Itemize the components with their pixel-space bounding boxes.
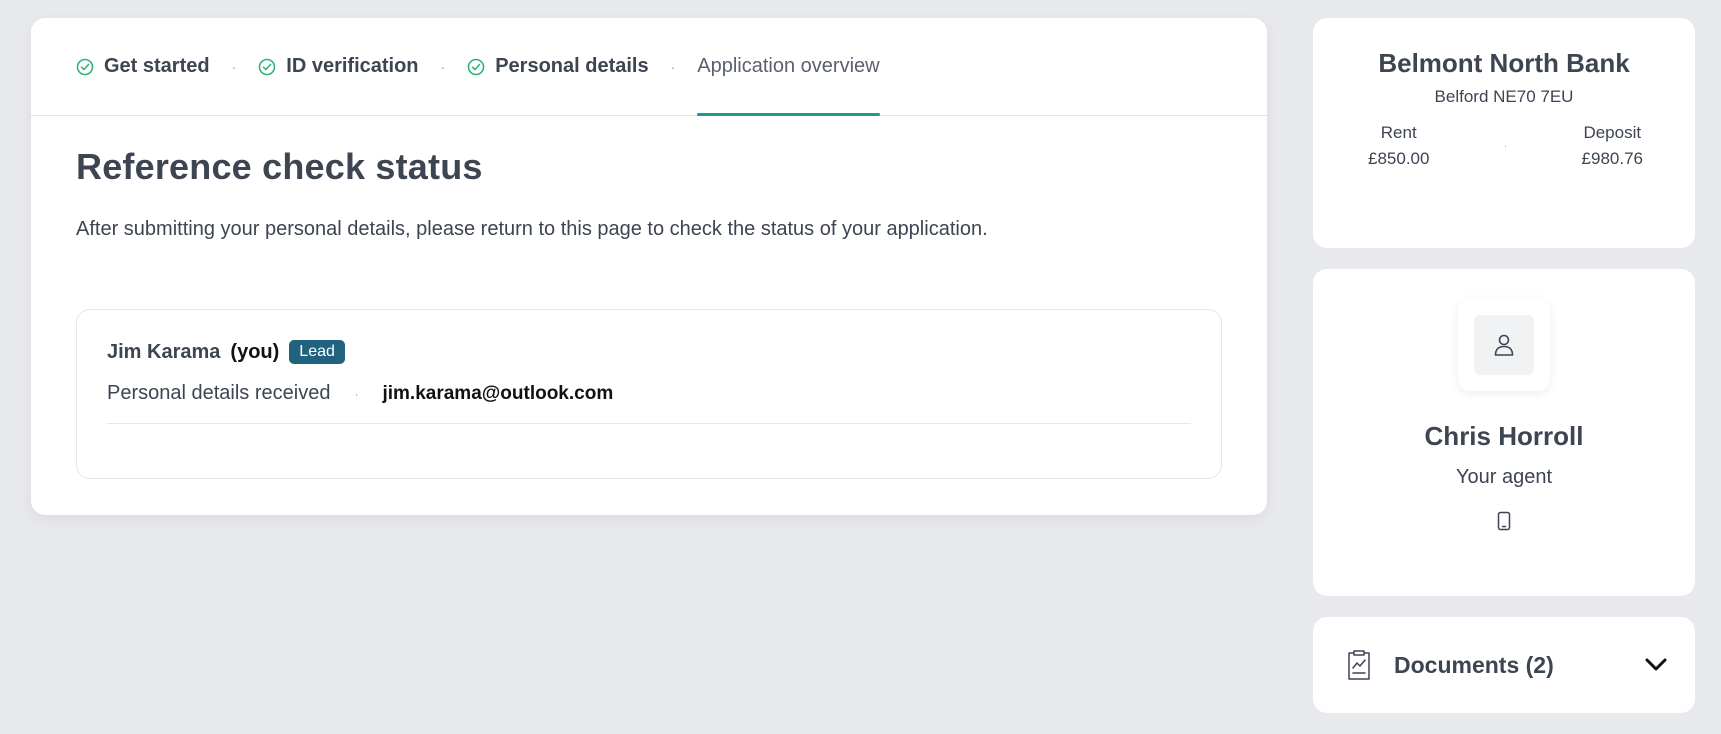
application-card: Get started · ID verification · Personal… <box>31 18 1267 515</box>
applicant-header: Jim Karama (you) Lead <box>107 340 1191 364</box>
separator-dot: · <box>1503 140 1508 152</box>
chevron-down-icon[interactable] <box>1645 658 1667 672</box>
deposit-label: Deposit <box>1583 123 1642 142</box>
rent-value: £850.00 <box>1368 149 1430 168</box>
deposit-figure: Deposit £980.76 <box>1582 123 1643 169</box>
deposit-value: £980.76 <box>1581 149 1643 168</box>
step-application-overview[interactable]: Application overview <box>697 18 880 116</box>
document-chart-icon <box>1348 650 1370 680</box>
rent-label: Rent <box>1380 123 1417 142</box>
applicant-name: Jim Karama <box>107 340 221 363</box>
step-label: ID verification <box>286 55 419 77</box>
check-circle-icon <box>258 58 276 75</box>
step-separator: · <box>231 58 237 75</box>
person-icon <box>1494 334 1514 356</box>
step-separator: · <box>440 58 446 75</box>
step-separator: · <box>670 58 676 75</box>
step-personal-details[interactable]: Personal details <box>467 18 649 115</box>
rent-figure: Rent £850.00 <box>1368 123 1429 169</box>
property-address: Belford NE70 7EU <box>1434 87 1574 106</box>
step-get-started[interactable]: Get started <box>76 18 210 115</box>
applicant-email: jim.karama@outlook.com <box>382 382 614 404</box>
reference-check-section: Reference check status After submitting … <box>31 146 1267 479</box>
intro-text: After submitting your personal details, … <box>76 218 988 240</box>
step-label: Personal details <box>495 55 649 77</box>
applicant-status-row: Personal details received · jim.karama@o… <box>107 382 1191 424</box>
step-label: Get started <box>104 55 210 77</box>
separator-dot: · <box>354 386 359 401</box>
property-figures: Rent £850.00 · Deposit £980.76 <box>1313 123 1695 169</box>
avatar-placeholder <box>1474 315 1534 375</box>
documents-label: Documents (2) <box>1394 651 1554 678</box>
you-tag: (you) <box>230 340 280 363</box>
page-title: Reference check status <box>76 146 483 187</box>
lead-badge: Lead <box>289 340 345 364</box>
avatar <box>1458 299 1550 391</box>
agent-role: Your agent <box>1455 466 1552 488</box>
phone-icon[interactable] <box>1497 511 1511 536</box>
property-card: Belmont North Bank Belford NE70 7EU Rent… <box>1313 18 1695 248</box>
applicant-card: Jim Karama (you) Lead Personal details r… <box>76 309 1222 479</box>
check-circle-icon <box>467 58 485 75</box>
agent-card: Chris Horroll Your agent <box>1313 269 1695 596</box>
property-title: Belmont North Bank <box>1378 48 1630 78</box>
check-circle-icon <box>76 58 94 75</box>
progress-stepper: Get started · ID verification · Personal… <box>31 18 1267 116</box>
agent-name: Chris Horroll <box>1424 421 1584 451</box>
status-text: Personal details received <box>107 382 331 404</box>
step-id-verification[interactable]: ID verification <box>258 18 419 115</box>
documents-accordion[interactable]: Documents (2) <box>1313 617 1695 713</box>
step-label: Application overview <box>697 55 880 77</box>
